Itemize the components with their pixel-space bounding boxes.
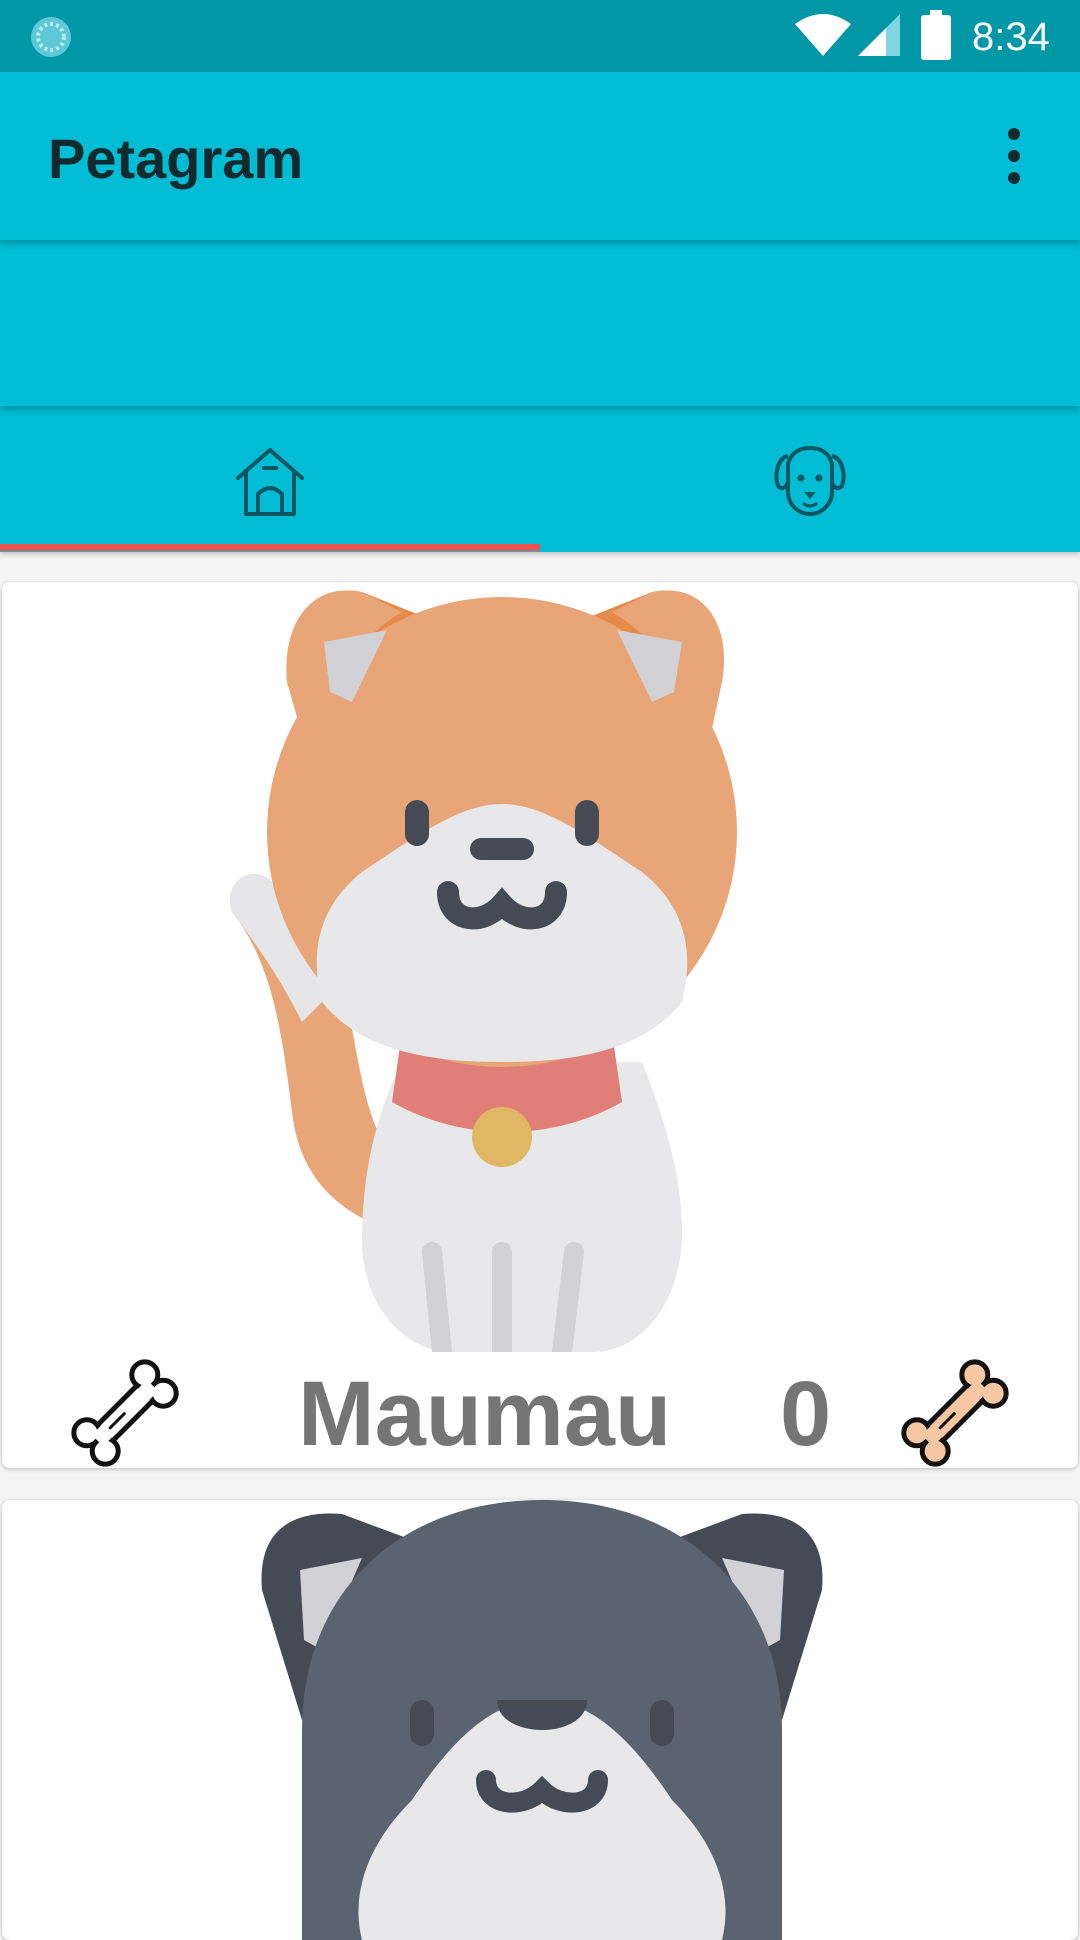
selected-tab-indicator [0, 544, 540, 551]
app-bar-extension [0, 240, 1080, 406]
status-bar: 8:34 [0, 0, 1080, 72]
tab-home[interactable] [0, 406, 540, 552]
gray-cat-icon [261, 1500, 823, 1940]
tab-pet-profile[interactable] [540, 406, 1080, 552]
status-time: 8:34 [972, 15, 1050, 59]
battery-icon [921, 10, 951, 60]
orange-cat-icon [230, 590, 737, 1352]
app-title: Petagram [48, 127, 304, 190]
wifi-icon [795, 14, 851, 56]
tab-bar [0, 406, 1080, 552]
pet-card [2, 1500, 1078, 1940]
pet-card: Maumau 0 [2, 582, 1078, 1468]
app-bar: Petagram [0, 72, 1080, 240]
bone-filled-icon [901, 1359, 1009, 1467]
cell-signal-icon [858, 14, 900, 56]
pet-name: Maumau [298, 1363, 672, 1465]
bone-outline-icon[interactable] [64, 1352, 186, 1468]
more-vert-icon[interactable] [994, 124, 1034, 188]
dog-house-icon [236, 448, 304, 516]
dog-face-icon [774, 445, 846, 517]
sync-icon [31, 17, 71, 57]
pet-like-count: 0 [780, 1363, 832, 1465]
